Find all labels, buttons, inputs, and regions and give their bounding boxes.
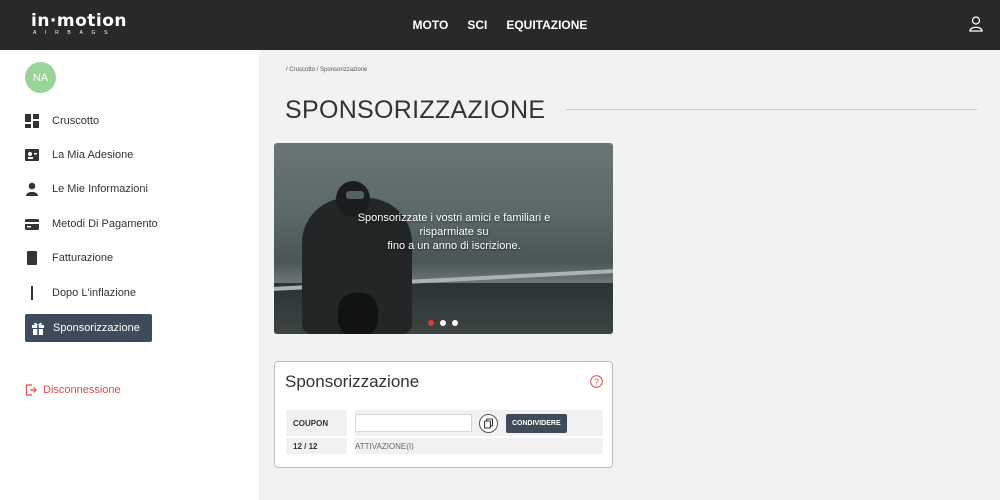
avatar[interactable]: NA: [25, 62, 56, 93]
brand-logo[interactable]: in·motion AIRBAGS: [31, 13, 127, 37]
coupon-table: COUPON CONDIVIDERE 12 / 12 ATTIVAZIONE(I…: [286, 410, 603, 456]
invoice-icon: [25, 251, 39, 265]
coupon-label: COUPON: [293, 418, 329, 428]
sidebar-item-informazioni[interactable]: Le Mie Informazioni: [25, 175, 225, 203]
top-bar: in·motion AIRBAGS MOTO SCI EQUITAZIONE: [0, 0, 1000, 50]
sidebar-item-sponsorizzazione[interactable]: Sponsorizzazione: [25, 314, 152, 342]
svg-text:?: ?: [594, 378, 599, 387]
nav-moto[interactable]: MOTO: [413, 18, 449, 32]
sidebar-item-label: Le Mie Informazioni: [52, 183, 148, 195]
banner-line-1: Sponsorizzate i vostri amici e familiari…: [357, 212, 551, 224]
carousel-dot-2[interactable]: [440, 320, 446, 326]
activation-row: 12 / 12 ATTIVAZIONE(I): [286, 438, 603, 454]
sidebar-item-pagamento[interactable]: Metodi Di Pagamento: [25, 210, 225, 238]
promo-carousel[interactable]: Sponsorizzate i vostri amici e familiari…: [274, 143, 613, 334]
nav-equitazione[interactable]: EQUITAZIONE: [506, 18, 587, 32]
breadcrumb[interactable]: / Cruscotto / Sponsorizzazione: [286, 67, 367, 73]
sidebar-item-label: Sponsorizzazione: [53, 322, 140, 334]
user-icon: [25, 182, 39, 196]
sidebar-item-adesione[interactable]: La Mia Adesione: [25, 141, 225, 169]
credit-card-icon: [25, 217, 39, 231]
page-title: SPONSORIZZAZIONE: [285, 96, 546, 124]
cell-separator: [347, 438, 355, 454]
banner-line-2: risparmiate su: [419, 226, 489, 238]
main-content: / Cruscotto / Sponsorizzazione SPONSORIZ…: [259, 50, 1000, 500]
sidebar-item-label: Metodi Di Pagamento: [52, 218, 158, 230]
card-title: Sponsorizzazione: [285, 372, 420, 391]
gift-icon: [31, 321, 45, 335]
cell-separator: [347, 410, 355, 436]
share-button[interactable]: CONDIVIDERE: [506, 413, 567, 433]
sponsorship-card: Sponsorizzazione ? COUPON CONDIVIDERE 12…: [274, 361, 613, 468]
banner-wheel: [338, 293, 378, 334]
logout-icon: [25, 384, 37, 396]
copy-icon: [483, 417, 494, 429]
banner-caption: Sponsorizzate i vostri amici e familiari…: [314, 211, 594, 253]
banner-line-3: fino a un anno di iscrizione.: [387, 240, 521, 252]
logo-wordmark: in·motion: [31, 11, 128, 31]
coupon-input[interactable]: [355, 414, 472, 432]
sidebar-item-label: La Mia Adesione: [52, 149, 134, 161]
help-icon[interactable]: ?: [590, 375, 603, 388]
id-card-icon: [25, 148, 39, 162]
dashboard-icon: [25, 114, 39, 128]
sidebar-item-label: Fatturazione: [52, 252, 114, 264]
carousel-dot-3[interactable]: [452, 320, 458, 326]
coupon-row: COUPON CONDIVIDERE: [286, 410, 603, 436]
account-icon[interactable]: [969, 16, 983, 32]
sidebar-item-inflazione[interactable]: Dopo L'inflazione: [25, 279, 225, 307]
logout-label: Disconnessione: [43, 384, 121, 396]
activation-count: 12 / 12: [293, 441, 318, 451]
activation-label: ATTIVAZIONE(I): [355, 441, 414, 451]
sidebar: NA Cruscotto La Mia Adesione Le Mie Info…: [0, 50, 259, 500]
banner-visor: [346, 191, 364, 199]
sidebar-item-label: Cruscotto: [52, 115, 100, 127]
main-nav: MOTO SCI EQUITAZIONE: [0, 0, 1000, 50]
copy-button[interactable]: [479, 413, 498, 433]
inflation-icon: [25, 286, 39, 300]
logout-link[interactable]: Disconnessione: [25, 384, 121, 396]
sidebar-item-fatturazione[interactable]: Fatturazione: [25, 244, 225, 272]
carousel-indicators: [428, 320, 458, 326]
title-divider: [566, 109, 977, 110]
nav-sci[interactable]: SCI: [467, 18, 487, 32]
sidebar-item-cruscotto[interactable]: Cruscotto: [25, 107, 225, 135]
sidebar-item-label: Dopo L'inflazione: [52, 287, 137, 299]
carousel-dot-1[interactable]: [428, 320, 434, 326]
logo-tagline: AIRBAGS: [33, 30, 117, 36]
